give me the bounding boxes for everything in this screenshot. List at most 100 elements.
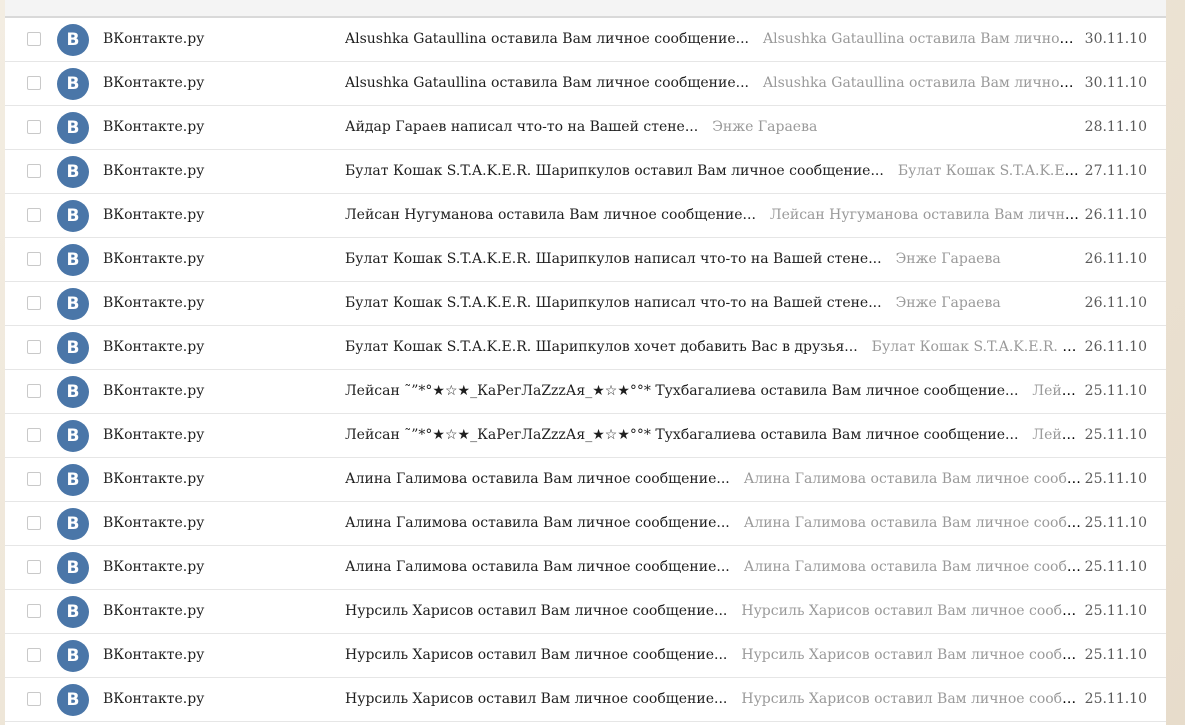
row-checkbox[interactable] <box>27 516 41 530</box>
message-subject: Alsushka Gataullina оставила Вам личное … <box>345 75 749 91</box>
list-header-bar <box>5 0 1166 18</box>
message-subject: Лейсан ˜”*°★☆★_КаРегЛаZzzАя_★☆★°°* Тухба… <box>345 427 1019 443</box>
message-snippet: Энже Гараева <box>712 119 818 135</box>
sender-name: ВКонтакте.ру <box>103 119 205 135</box>
vk-avatar-icon: B <box>57 508 89 540</box>
vk-avatar-icon: B <box>57 68 89 100</box>
message-snippet: Alsushka Gataullina оставила Вам личное … <box>762 75 1081 91</box>
message-date: 26.11.10 <box>1084 295 1147 311</box>
message-date: 25.11.10 <box>1084 427 1147 443</box>
row-checkbox[interactable] <box>27 560 41 574</box>
message-subject: Алина Галимова оставила Вам личное сообщ… <box>345 515 730 531</box>
message-snippet: Энже Гараева <box>895 251 1001 267</box>
message-preview: Алина Галимова оставила Вам личное сообщ… <box>345 515 1081 531</box>
vk-avatar-icon: B <box>57 24 89 56</box>
message-subject: Айдар Гараев написал что-то на Вашей сте… <box>345 119 699 135</box>
mail-row[interactable]: B ВКонтакте.ру Нурсиль Харисов оставил В… <box>5 634 1166 678</box>
vk-avatar-icon: B <box>57 552 89 584</box>
mail-row[interactable]: B ВКонтакте.ру Лейсан ˜”*°★☆★_КаРегЛаZzz… <box>5 414 1166 458</box>
vk-avatar-icon: B <box>57 420 89 452</box>
row-checkbox[interactable] <box>27 384 41 398</box>
mail-row[interactable]: B ВКонтакте.ру Alsushka Gataullina остав… <box>5 62 1166 106</box>
mail-row[interactable]: B ВКонтакте.ру Лейсан ˜”*°★☆★_КаРегЛаZzz… <box>5 370 1166 414</box>
sender-name: ВКонтакте.ру <box>103 295 205 311</box>
mail-row[interactable]: B ВКонтакте.ру Alsushka Gataullina остав… <box>5 18 1166 62</box>
message-subject: Лейсан Нугуманова оставила Вам личное со… <box>345 207 756 223</box>
message-preview: Булат Кошак S.T.A.K.E.R. Шарипкулов хоче… <box>345 339 1081 355</box>
row-checkbox[interactable] <box>27 648 41 662</box>
mail-row[interactable]: B ВКонтакте.ру Алина Галимова оставила В… <box>5 546 1166 590</box>
row-checkbox[interactable] <box>27 76 41 90</box>
sender-name: ВКонтакте.ру <box>103 251 205 267</box>
message-preview: Булат Кошак S.T.A.K.E.R. Шарипкулов оста… <box>345 163 1081 179</box>
message-snippet: Нурсиль Харисов оставил Вам личное сообщ… <box>741 647 1081 663</box>
message-date: 25.11.10 <box>1084 647 1147 663</box>
mail-row[interactable]: B ВКонтакте.ру Булат Кошак S.T.A.K.E.R. … <box>5 238 1166 282</box>
mail-row[interactable]: B ВКонтакте.ру Алина Галимова оставила В… <box>5 502 1166 546</box>
vk-avatar-icon: B <box>57 596 89 628</box>
message-date: 25.11.10 <box>1084 471 1147 487</box>
vk-avatar-icon: B <box>57 156 89 188</box>
message-subject: Нурсиль Харисов оставил Вам личное сообщ… <box>345 603 728 619</box>
mail-list-panel: B ВКонтакте.ру Alsushka Gataullina остав… <box>5 0 1166 725</box>
row-checkbox[interactable] <box>27 604 41 618</box>
message-snippet: Alsushka Gataullina оставила Вам личное … <box>762 31 1081 47</box>
row-checkbox[interactable] <box>27 340 41 354</box>
message-snippet: Лейсан ˜”*°... <box>1032 427 1081 443</box>
mail-row[interactable]: B ВКонтакте.ру Алина Галимова оставила В… <box>5 458 1166 502</box>
message-date: 25.11.10 <box>1084 383 1147 399</box>
message-preview: Alsushka Gataullina оставила Вам личное … <box>345 75 1081 91</box>
message-snippet: Лейсан Нугуманова оставила Вам личное со… <box>769 207 1081 223</box>
mail-row[interactable]: B ВКонтакте.ру Булат Кошак S.T.A.K.E.R. … <box>5 150 1166 194</box>
message-preview: Лейсан Нугуманова оставила Вам личное со… <box>345 207 1081 223</box>
sender-name: ВКонтакте.ру <box>103 691 205 707</box>
message-date: 26.11.10 <box>1084 251 1147 267</box>
mail-row[interactable]: B ВКонтакте.ру Айдар Гараев написал что-… <box>5 106 1166 150</box>
row-checkbox[interactable] <box>27 692 41 706</box>
vk-avatar-icon: B <box>57 288 89 320</box>
mail-list: B ВКонтакте.ру Alsushka Gataullina остав… <box>5 18 1166 722</box>
row-checkbox[interactable] <box>27 32 41 46</box>
row-checkbox[interactable] <box>27 120 41 134</box>
mail-row[interactable]: B ВКонтакте.ру Нурсиль Харисов оставил В… <box>5 590 1166 634</box>
message-subject: Нурсиль Харисов оставил Вам личное сообщ… <box>345 647 728 663</box>
row-checkbox[interactable] <box>27 472 41 486</box>
vk-avatar-icon: B <box>57 684 89 716</box>
sender-name: ВКонтакте.ру <box>103 75 205 91</box>
row-checkbox[interactable] <box>27 208 41 222</box>
message-snippet: Энже Гараева <box>895 295 1001 311</box>
message-preview: Нурсиль Харисов оставил Вам личное сообщ… <box>345 691 1081 707</box>
message-subject: Булат Кошак S.T.A.K.E.R. Шарипкулов напи… <box>345 295 882 311</box>
vk-avatar-icon: B <box>57 332 89 364</box>
vk-avatar-icon: B <box>57 376 89 408</box>
message-subject: Лейсан ˜”*°★☆★_КаРегЛаZzzАя_★☆★°°* Тухба… <box>345 383 1019 399</box>
message-preview: Лейсан ˜”*°★☆★_КаРегЛаZzzАя_★☆★°°* Тухба… <box>345 427 1081 443</box>
message-date: 30.11.10 <box>1084 31 1147 47</box>
row-checkbox[interactable] <box>27 252 41 266</box>
vk-avatar-icon: B <box>57 200 89 232</box>
message-subject: Булат Кошак S.T.A.K.E.R. Шарипкулов напи… <box>345 251 882 267</box>
message-date: 28.11.10 <box>1084 119 1147 135</box>
vk-avatar-icon: B <box>57 464 89 496</box>
message-date: 25.11.10 <box>1084 691 1147 707</box>
mail-row[interactable]: B ВКонтакте.ру Булат Кошак S.T.A.K.E.R. … <box>5 282 1166 326</box>
message-snippet: Булат Кошак S.T.A.K.E.R. Шар... <box>897 163 1081 179</box>
sender-name: ВКонтакте.ру <box>103 31 205 47</box>
message-subject: Булат Кошак S.T.A.K.E.R. Шарипкулов хоче… <box>345 339 858 355</box>
message-preview: Alsushka Gataullina оставила Вам личное … <box>345 31 1081 47</box>
mail-row[interactable]: B ВКонтакте.ру Лейсан Нугуманова оставил… <box>5 194 1166 238</box>
row-checkbox[interactable] <box>27 296 41 310</box>
sender-name: ВКонтакте.ру <box>103 647 205 663</box>
row-checkbox[interactable] <box>27 428 41 442</box>
message-date: 25.11.10 <box>1084 603 1147 619</box>
vk-avatar-icon: B <box>57 640 89 672</box>
mail-row[interactable]: B ВКонтакте.ру Булат Кошак S.T.A.K.E.R. … <box>5 326 1166 370</box>
row-checkbox[interactable] <box>27 164 41 178</box>
message-preview: Булат Кошак S.T.A.K.E.R. Шарипкулов напи… <box>345 251 1081 267</box>
sender-name: ВКонтакте.ру <box>103 515 205 531</box>
message-date: 25.11.10 <box>1084 515 1147 531</box>
sender-name: ВКонтакте.ру <box>103 427 205 443</box>
mail-row[interactable]: B ВКонтакте.ру Нурсиль Харисов оставил В… <box>5 678 1166 722</box>
message-preview: Алина Галимова оставила Вам личное сообщ… <box>345 559 1081 575</box>
message-date: 26.11.10 <box>1084 339 1147 355</box>
